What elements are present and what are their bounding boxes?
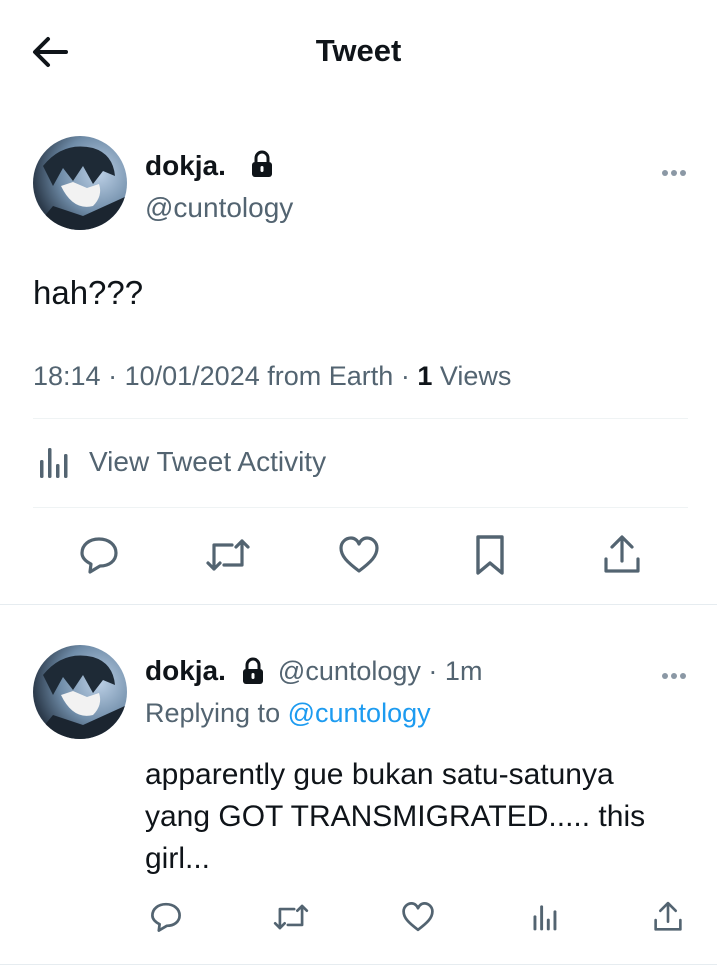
- replying-to: Replying to @cuntology: [145, 698, 431, 729]
- tweet-meta: 18:14 · 10/01/2024 from Earth · 1 Views: [33, 361, 512, 391]
- comment-icon: [151, 902, 181, 932]
- avatar-image: [33, 146, 127, 230]
- tweet-text: hah???: [33, 274, 144, 311]
- author-name[interactable]: dokja.: [145, 150, 226, 182]
- replying-to-handle[interactable]: @cuntology: [288, 698, 431, 728]
- share-button[interactable]: [597, 530, 647, 580]
- tweet-date: 10/01/2024: [124, 361, 260, 391]
- divider: [33, 507, 688, 508]
- retweet-icon: [273, 904, 309, 930]
- heart-icon: [402, 902, 434, 932]
- reply-reply-button[interactable]: [141, 892, 191, 942]
- bookmark-button[interactable]: [465, 530, 515, 580]
- reply-like-button[interactable]: [393, 892, 443, 942]
- reply-author-handle[interactable]: @cuntology: [278, 656, 421, 687]
- views-label[interactable]: Views: [440, 361, 512, 391]
- heart-icon: [339, 536, 379, 573]
- reply-header: dokja. @cuntology · 1m: [145, 655, 483, 687]
- avatar[interactable]: [33, 136, 127, 230]
- page-title: Tweet: [315, 33, 402, 68]
- reply-text: apparently gue bukan satu-satunya yang G…: [145, 754, 645, 880]
- divider: [33, 418, 688, 419]
- reply-age: 1m: [444, 655, 483, 686]
- bookmark-icon: [476, 535, 504, 575]
- reply-text-line: apparently gue bukan satu-satunya: [145, 758, 614, 791]
- avatar-image: [33, 655, 127, 739]
- reply-more-options-icon[interactable]: [662, 666, 692, 679]
- lock-icon: [240, 657, 266, 685]
- more-options-icon[interactable]: [662, 163, 692, 176]
- reply-retweet-button[interactable]: [266, 892, 316, 942]
- analytics-icon: [533, 905, 557, 931]
- reply-author-name[interactable]: dokja.: [145, 655, 226, 687]
- share-icon: [604, 535, 640, 573]
- views-count: 1: [417, 361, 433, 391]
- divider: [0, 604, 717, 605]
- lock-icon: [249, 150, 275, 178]
- reply-button[interactable]: [74, 530, 124, 580]
- reply-text-line: yang GOT TRANSMIGRATED..... this: [145, 800, 646, 833]
- retweet-icon: [206, 539, 250, 571]
- reply-text-line: girl...: [145, 842, 211, 875]
- replying-to-label: Replying to: [145, 698, 281, 728]
- like-button[interactable]: [334, 530, 384, 580]
- analytics-icon: [40, 448, 68, 478]
- reply-analytics-button[interactable]: [521, 892, 571, 942]
- author-handle[interactable]: @cuntology: [145, 192, 293, 224]
- activity-label: View Tweet Activity: [89, 446, 327, 477]
- reply-share-button[interactable]: [643, 892, 693, 942]
- retweet-button[interactable]: [203, 530, 253, 580]
- comment-icon: [80, 537, 118, 574]
- reply-avatar[interactable]: [33, 645, 127, 739]
- tweet-time: 18:14: [33, 361, 101, 391]
- tweet-source: from Earth: [267, 361, 394, 391]
- divider: [0, 964, 717, 965]
- share-icon: [654, 901, 682, 931]
- view-tweet-activity-button[interactable]: View Tweet Activity: [37, 444, 326, 480]
